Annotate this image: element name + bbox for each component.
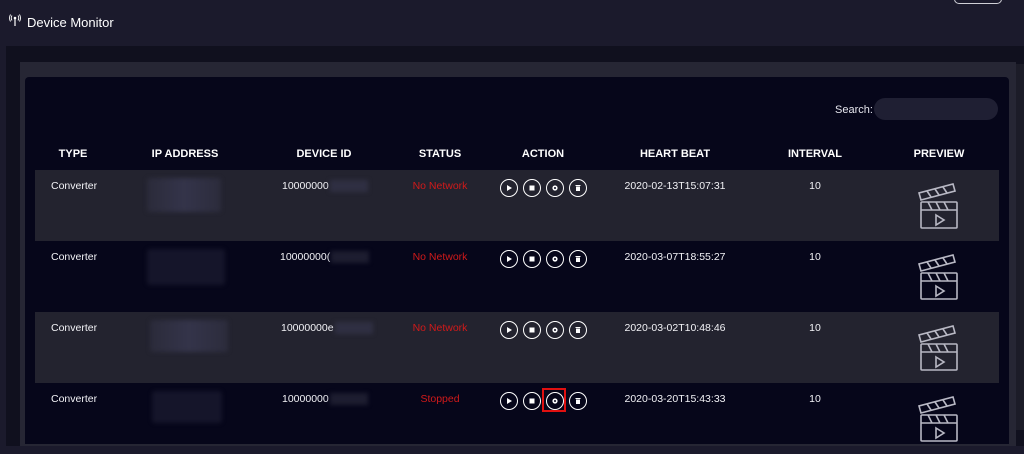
table-row: Converter 10000000 Stopped 2020-03-20T15… (35, 383, 999, 454)
table-row: Converter 10000000( No Network 2020-03-0… (35, 241, 999, 312)
status-cell: No Network (412, 251, 468, 263)
heart-beat-cell: 2020-03-02T10:48:46 (624, 322, 726, 334)
stop-icon (529, 398, 535, 404)
stop-icon (529, 185, 535, 191)
table-row: Converter 10000000 No Network 2020-02-13… (35, 170, 999, 241)
interval-cell: 10 (809, 251, 821, 263)
play-icon (507, 256, 512, 262)
settings-icon (552, 327, 558, 333)
settings-button[interactable] (546, 179, 564, 197)
scrollbar[interactable] (1016, 64, 1024, 430)
delete-button[interactable] (569, 250, 587, 268)
play-button[interactable] (500, 179, 518, 197)
interval-cell: 10 (809, 393, 821, 405)
interval-cell: 10 (809, 322, 821, 334)
status-cell: No Network (412, 322, 468, 334)
device-id-cell: 10000000( (280, 251, 370, 264)
settings-icon (552, 185, 558, 191)
play-button[interactable] (500, 392, 518, 410)
settings-icon (552, 398, 558, 404)
column-header-heart-beat: HEART BEAT (639, 148, 711, 160)
play-button[interactable] (500, 250, 518, 268)
delete-button[interactable] (569, 321, 587, 339)
clapperboard-icon (918, 396, 958, 442)
status-cell: No Network (412, 180, 468, 192)
column-header-ip-address: IP ADDRESS (151, 148, 219, 160)
type-cell: Converter (51, 251, 98, 263)
settings-icon (552, 256, 558, 262)
clapperboard-icon (918, 325, 958, 371)
column-header-interval: INTERVAL (788, 148, 842, 160)
stop-button[interactable] (523, 250, 541, 268)
play-icon (507, 398, 512, 404)
row-actions (500, 250, 587, 268)
stop-button[interactable] (523, 179, 541, 197)
top-right-button[interactable] (954, 0, 1002, 4)
ip-address-redacted (152, 391, 222, 423)
column-header-type: TYPE (58, 148, 88, 160)
row-actions (500, 321, 587, 339)
device-id-cell: 10000000 (282, 393, 368, 406)
app-title-text: Device Monitor (27, 14, 114, 30)
stop-icon (529, 327, 535, 333)
trash-icon (575, 327, 581, 333)
heart-beat-cell: 2020-03-07T18:55:27 (624, 251, 726, 263)
device-id-cell: 10000000 (282, 180, 368, 193)
top-bar: Device Monitor (0, 0, 1024, 44)
preview-button[interactable] (917, 395, 961, 443)
trash-icon (575, 398, 581, 404)
heart-beat-cell: 2020-02-13T15:07:31 (624, 180, 726, 192)
antenna-icon (9, 14, 21, 30)
search-label: Search: (835, 104, 873, 116)
play-icon (507, 327, 512, 333)
app-title: Device Monitor (9, 14, 114, 30)
column-header-status: STATUS (418, 148, 462, 160)
clapperboard-icon (918, 254, 958, 300)
preview-button[interactable] (917, 182, 961, 230)
interval-cell: 10 (809, 180, 821, 192)
ip-address-redacted (147, 249, 225, 285)
settings-button[interactable] (546, 250, 564, 268)
stop-button[interactable] (523, 321, 541, 339)
device-id-cell: 10000000e (281, 322, 373, 335)
row-actions (500, 388, 587, 412)
table-row: Converter 10000000e No Network 2020-03-0… (35, 312, 999, 383)
preview-button[interactable] (917, 253, 961, 301)
column-header-preview: PREVIEW (913, 148, 965, 160)
delete-button[interactable] (569, 392, 587, 410)
column-header-device-id: DEVICE ID (296, 148, 352, 160)
type-cell: Converter (51, 322, 98, 334)
column-header-action: ACTION (521, 148, 565, 160)
device-table-card: Search: TYPE IP ADDRESS DEVICE ID STATUS… (25, 77, 1009, 444)
stop-button[interactable] (523, 392, 541, 410)
settings-button[interactable] (542, 388, 566, 412)
stop-icon (529, 256, 535, 262)
preview-button[interactable] (917, 324, 961, 372)
row-actions (500, 179, 587, 197)
trash-icon (575, 256, 581, 262)
delete-button[interactable] (569, 179, 587, 197)
ip-address-redacted (150, 320, 228, 352)
type-cell: Converter (51, 180, 98, 192)
play-icon (507, 185, 512, 191)
table-header: TYPE IP ADDRESS DEVICE ID STATUS ACTION … (35, 148, 999, 168)
settings-button[interactable] (546, 321, 564, 339)
ip-address-redacted (147, 178, 221, 212)
status-cell: Stopped (420, 393, 460, 405)
clapperboard-icon (918, 183, 958, 229)
heart-beat-cell: 2020-03-20T15:43:33 (624, 393, 726, 405)
play-button[interactable] (500, 321, 518, 339)
search-input[interactable] (874, 98, 998, 120)
trash-icon (575, 185, 581, 191)
type-cell: Converter (51, 393, 98, 405)
